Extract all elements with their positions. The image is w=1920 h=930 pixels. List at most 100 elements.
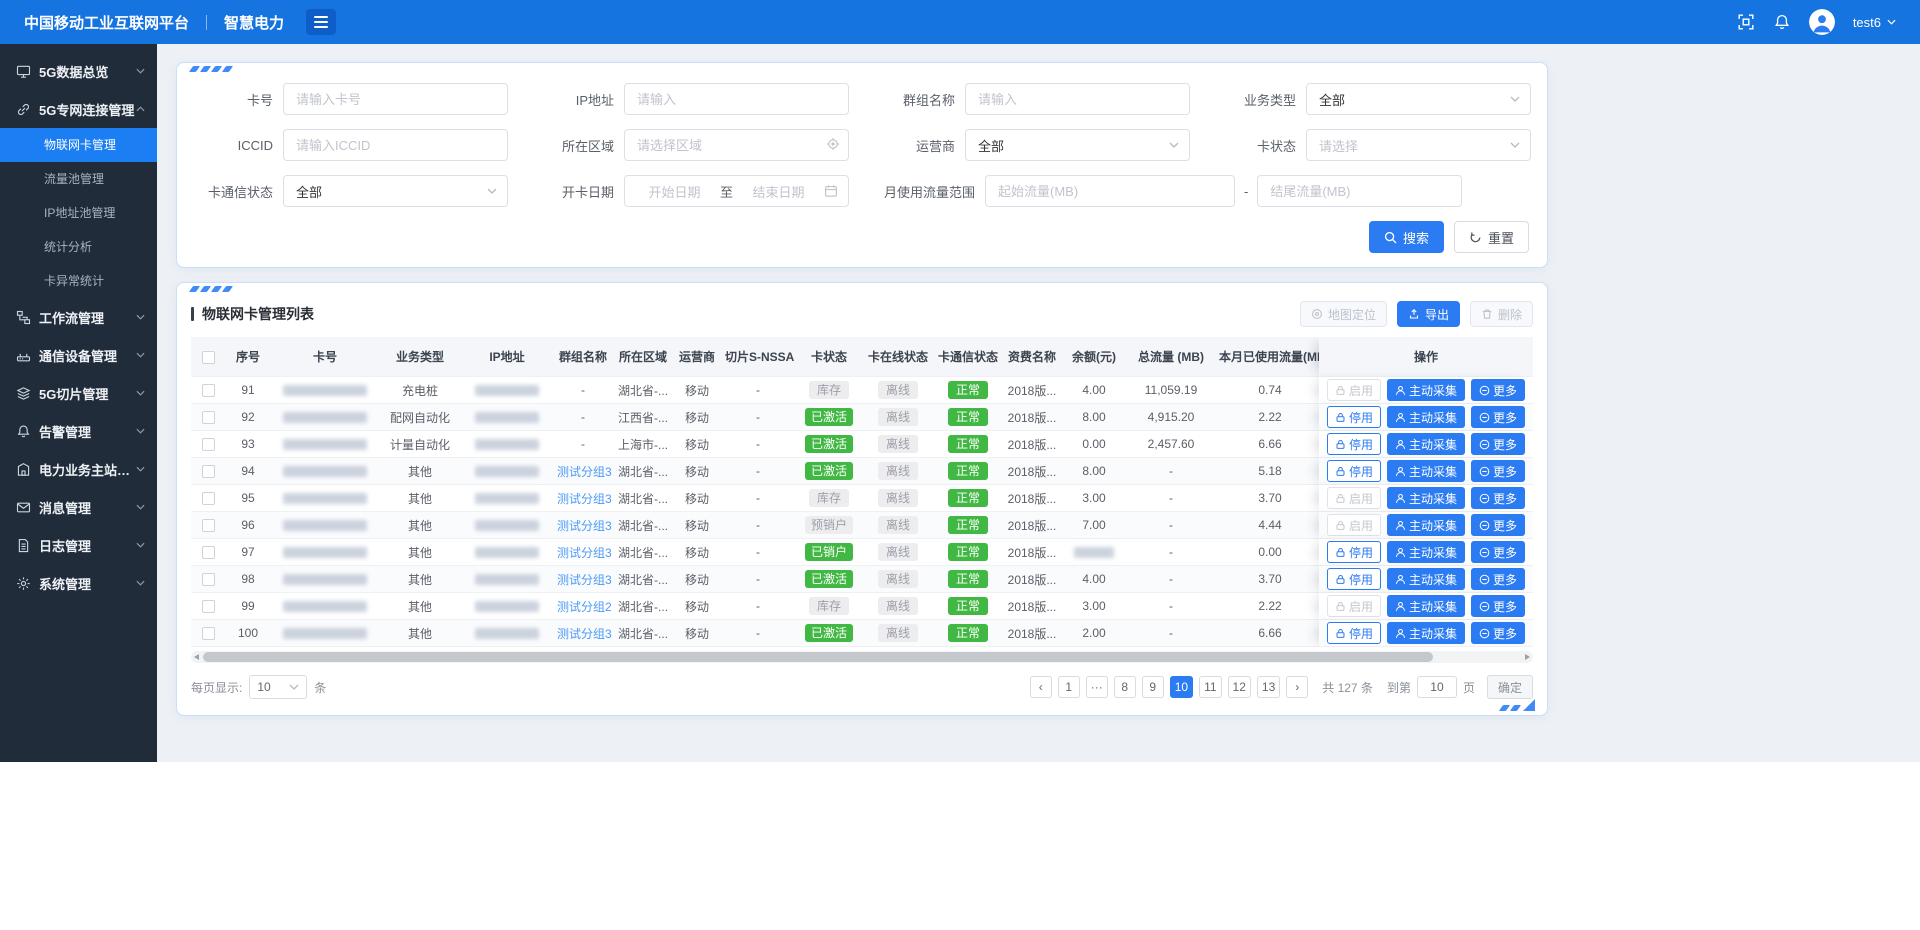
sidebar-subitem-private-network-3[interactable]: 统计分析 [0,230,157,264]
enable-card-button[interactable]: 启用 [1327,595,1381,617]
user-menu[interactable]: test6 [1853,15,1896,30]
card-no-input[interactable] [283,83,508,115]
sidebar-item-logs[interactable]: 日志管理 [0,526,157,564]
search-button[interactable]: 搜索 [1369,221,1444,253]
row-checkbox[interactable] [202,600,215,613]
active-collect-button[interactable]: 主动采集 [1387,406,1465,428]
sidebar-item-private-network[interactable]: 5G专网连接管理 [0,90,157,128]
group-link[interactable]: 测试分组3 [557,573,612,587]
more-button[interactable]: 更多 [1471,487,1525,509]
more-button[interactable]: 更多 [1471,568,1525,590]
card-status-select[interactable]: 请选择 [1306,129,1531,161]
disable-card-button[interactable]: 停用 [1327,433,1381,455]
sidebar-item-overview[interactable]: 5G数据总览 [0,52,157,90]
enable-card-button[interactable]: 启用 [1327,514,1381,536]
more-button[interactable]: 更多 [1471,622,1525,644]
row-checkbox[interactable] [202,573,215,586]
active-collect-button[interactable]: 主动采集 [1387,514,1465,536]
disable-card-button[interactable]: 停用 [1327,568,1381,590]
sidebar-item-alarms[interactable]: 告警管理 [0,412,157,450]
sidebar-subitem-private-network-4[interactable]: 卡异常统计 [0,264,157,298]
more-button[interactable]: 更多 [1471,514,1525,536]
export-button[interactable]: 导出 [1397,301,1460,327]
row-checkbox[interactable] [202,384,215,397]
prev-page-button[interactable]: ‹ [1030,676,1052,698]
group-link[interactable]: 测试分组3 [557,546,612,560]
region-picker-icon[interactable] [826,137,840,151]
page-ellipsis-button[interactable]: ··· [1086,676,1108,698]
page-button-11[interactable]: 11 [1199,676,1221,698]
more-button[interactable]: 更多 [1471,595,1525,617]
next-page-button[interactable]: › [1286,676,1308,698]
page-button-8[interactable]: 8 [1114,676,1136,698]
group-name-input[interactable] [965,83,1190,115]
sidebar-item-slices[interactable]: 5G切片管理 [0,374,157,412]
goto-confirm-button[interactable]: 确定 [1487,675,1533,699]
active-collect-button[interactable]: 主动采集 [1387,568,1465,590]
sidebar-item-messages[interactable]: 消息管理 [0,488,157,526]
sidebar-item-comm-devices[interactable]: 通信设备管理 [0,336,157,374]
row-checkbox[interactable] [202,519,215,532]
page-button-10[interactable]: 10 [1170,676,1193,698]
more-button[interactable]: 更多 [1471,460,1525,482]
row-checkbox[interactable] [202,411,215,424]
group-link[interactable]: 测试分组3 [557,627,612,641]
operator-select[interactable]: 全部 [965,129,1190,161]
more-button[interactable]: 更多 [1471,379,1525,401]
more-button[interactable]: 更多 [1471,433,1525,455]
active-collect-button[interactable]: 主动采集 [1387,379,1465,401]
sidebar-item-system[interactable]: 系统管理 [0,564,157,602]
row-checkbox[interactable] [202,546,215,559]
disable-card-button[interactable]: 停用 [1327,406,1381,428]
delete-button[interactable]: 删除 [1470,301,1533,327]
iccid-input[interactable] [283,129,508,161]
disable-card-button[interactable]: 停用 [1327,460,1381,482]
fullscreen-icon[interactable] [1737,13,1755,31]
sidebar-item-power-station[interactable]: 电力业务主站管理 [0,450,157,488]
page-button-9[interactable]: 9 [1142,676,1164,698]
select-all-checkbox[interactable] [202,351,215,364]
group-link[interactable]: 测试分组3 [557,465,612,479]
active-collect-button[interactable]: 主动采集 [1387,595,1465,617]
active-collect-button[interactable]: 主动采集 [1387,541,1465,563]
sidebar-subitem-private-network-0[interactable]: 物联网卡管理 [0,128,157,162]
active-collect-button[interactable]: 主动采集 [1387,460,1465,482]
scroll-right-arrow[interactable] [1525,654,1530,660]
goto-page-input[interactable] [1417,676,1457,698]
active-collect-button[interactable]: 主动采集 [1387,487,1465,509]
sidebar-item-workflow[interactable]: 工作流管理 [0,298,157,336]
page-button-13[interactable]: 13 [1257,676,1280,698]
enable-card-button[interactable]: 启用 [1327,487,1381,509]
sidebar-subitem-private-network-1[interactable]: 流量池管理 [0,162,157,196]
row-checkbox[interactable] [202,465,215,478]
more-button[interactable]: 更多 [1471,406,1525,428]
per-page-select[interactable]: 10 [249,675,307,699]
usage-end-input[interactable] [1257,175,1462,207]
page-button-12[interactable]: 12 [1228,676,1251,698]
disable-card-button[interactable]: 停用 [1327,541,1381,563]
map-locate-button[interactable]: 地图定位 [1300,301,1387,327]
row-checkbox[interactable] [202,627,215,640]
business-type-select[interactable]: 全部 [1306,83,1531,115]
more-button[interactable]: 更多 [1471,541,1525,563]
group-link[interactable]: 测试分组3 [557,492,612,506]
active-collect-button[interactable]: 主动采集 [1387,622,1465,644]
horizontal-scrollbar[interactable] [191,651,1533,663]
group-link[interactable]: 测试分组3 [557,519,612,533]
group-link[interactable]: 测试分组2 [557,600,612,614]
sidebar-subitem-private-network-2[interactable]: IP地址池管理 [0,196,157,230]
ip-input[interactable] [624,83,849,115]
menu-toggle-button[interactable] [306,9,336,35]
open-date-range[interactable]: 开始日期 至 结束日期 [624,175,849,207]
row-checkbox[interactable] [202,492,215,505]
disable-card-button[interactable]: 停用 [1327,622,1381,644]
region-input[interactable] [624,129,849,161]
row-checkbox[interactable] [202,438,215,451]
scrollbar-thumb[interactable] [203,652,1433,662]
page-button-1[interactable]: 1 [1058,676,1080,698]
avatar[interactable] [1809,9,1835,35]
comm-status-select[interactable]: 全部 [283,175,508,207]
scroll-left-arrow[interactable] [194,654,199,660]
active-collect-button[interactable]: 主动采集 [1387,433,1465,455]
reset-button[interactable]: 重置 [1454,221,1529,253]
